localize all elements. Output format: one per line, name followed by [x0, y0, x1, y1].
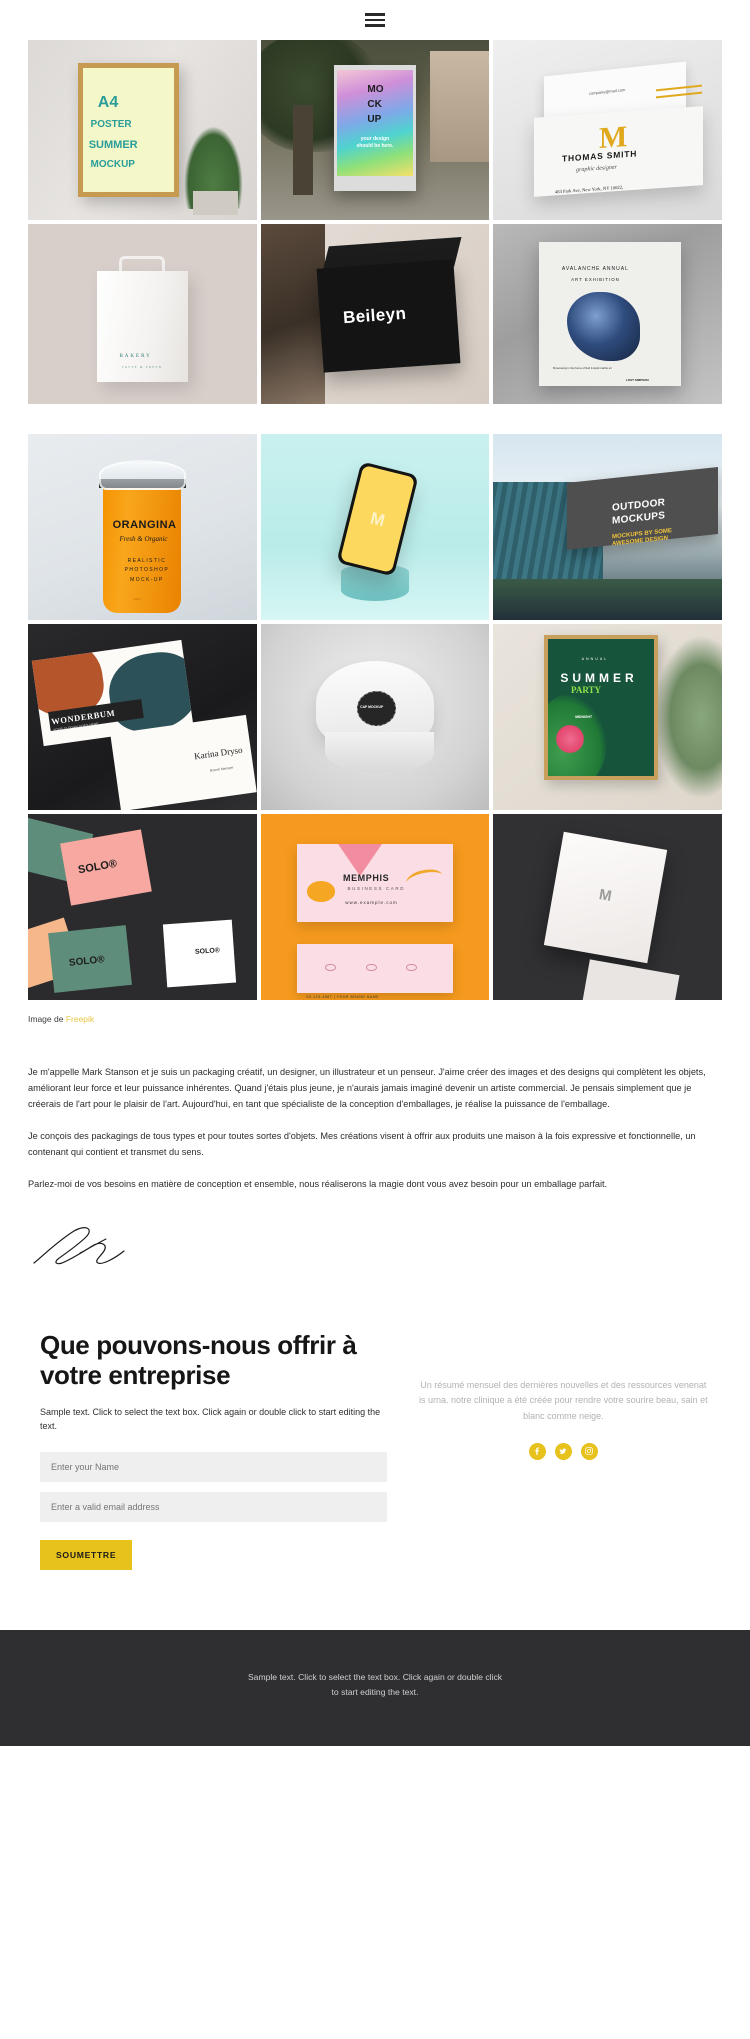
- memphis-brand: MEMPHIS: [342, 872, 390, 883]
- contact-sample-text: Sample text. Click to select the text bo…: [40, 1406, 381, 1432]
- avalanche-title-2: ART EXHIBITION: [571, 277, 620, 282]
- memphis-footer: 00-123-4567 | YOUR BRAND NAME: [306, 994, 380, 999]
- site-header: [0, 0, 750, 40]
- gallery-block-two: ORANGINA Fresh & Organic REALISTIC PHOTO…: [0, 434, 750, 1000]
- gallery-item-letterhead-dark-mockup[interactable]: M: [493, 814, 722, 1000]
- burger-bar: [365, 13, 385, 16]
- facebook-icon[interactable]: [528, 1442, 546, 1460]
- avalanche-credit: LOST SIMPSON: [625, 377, 649, 382]
- solo-cards-art: SOLO® SOLO® SOLO®: [28, 814, 257, 1000]
- cap-art: CAP MOCKUP: [260, 624, 490, 810]
- credit-prefix: Image de: [28, 1014, 66, 1024]
- gallery-item-beileyn-box-mockup[interactable]: Beileyn: [260, 224, 490, 404]
- summer-kicker: ANNUAL: [581, 657, 609, 662]
- footer-text: Sample text. Click to select the text bo…: [247, 1671, 503, 1697]
- orangina-brand: ORANGINA: [112, 518, 177, 531]
- summer-party-art: ANNUAL SUMMER PARTY MIDNIGHT: [493, 624, 722, 810]
- orangina-tagline: Fresh & Organic: [119, 535, 168, 544]
- signature-icon: [33, 1226, 125, 1264]
- bakery-tagline: TASTE & FRESH: [121, 365, 163, 370]
- bio-paragraph: Je m'appelle Mark Stanson et je suis un …: [28, 1067, 706, 1110]
- phone-logo: M: [339, 465, 416, 574]
- bio-paragraph: Je conçois des packagings de tous types …: [28, 1131, 696, 1158]
- site-footer: Sample text. Click to select the text bo…: [0, 1629, 750, 1746]
- gallery-item-orangina-cup-mockup[interactable]: ORANGINA Fresh & Organic REALISTIC PHOTO…: [28, 434, 257, 620]
- gallery-item-wonderbum-card-mockup[interactable]: WONDERBUM YOUR SLOGAN GOES HERE Karina D…: [28, 624, 257, 810]
- image-credit: Image de Freepik: [0, 1000, 750, 1024]
- gallery-item-cap-mockup[interactable]: CAP MOCKUP: [260, 624, 490, 810]
- cap-badge-text: CAP MOCKUP: [360, 704, 384, 709]
- phone-screen-art: M: [260, 434, 490, 620]
- bio-paragraph: Parlez-moi de vos besoins en matière de …: [28, 1179, 608, 1190]
- burger-bar: [365, 24, 385, 27]
- avalanche-title-1: AVALANCHE ANNUAL: [561, 266, 629, 273]
- bakery-bag-art: BAKERY TASTE & FRESH: [28, 224, 257, 404]
- gallery-block-one: A4 POSTER SUMMER MOCKUP MO CK UP your de…: [0, 40, 750, 404]
- gallery-item-thomas-smith-card-mockup[interactable]: M company@mail.com THOMAS SMITH graphic …: [493, 40, 722, 220]
- orangina-desc: REALISTIC PHOTOSHOP MOCK-UP: [124, 557, 170, 583]
- avalanche-poster-art: AVALANCHE ANNUAL ART EXHIBITION Showcasi…: [493, 224, 722, 404]
- memphis-website: www.example.com: [345, 900, 398, 906]
- submit-button[interactable]: SOUMETTRE: [40, 1539, 133, 1570]
- contact-form-column: Que pouvons-nous offrir à votre entrepri…: [40, 1330, 387, 1570]
- gallery-item-street-kiosk-mockup[interactable]: MO CK UP your design should be here.: [260, 40, 490, 220]
- wonderbum-card-art: WONDERBUM YOUR SLOGAN GOES HERE Karina D…: [28, 624, 257, 810]
- bakery-name: BAKERY: [119, 353, 152, 359]
- kiosk-line-4: your design should be here.: [356, 135, 394, 150]
- twitter-icon[interactable]: [554, 1442, 572, 1460]
- image-grid-one: A4 POSTER SUMMER MOCKUP MO CK UP your de…: [28, 40, 722, 404]
- poster-line-3: SUMMER: [88, 138, 138, 151]
- freepik-link[interactable]: Freepik: [66, 1014, 94, 1024]
- social-links: [417, 1442, 710, 1460]
- beileyn-box-art: Beileyn: [260, 224, 490, 404]
- street-kiosk-art: MO CK UP your design should be here.: [260, 40, 490, 220]
- thomas-smith-card-art: M company@mail.com THOMAS SMITH graphic …: [493, 40, 722, 220]
- contact-heading: Que pouvons-nous offrir à votre entrepri…: [40, 1329, 357, 1391]
- gallery-item-avalanche-poster-mockup[interactable]: AVALANCHE ANNUAL ART EXHIBITION Showcasi…: [493, 224, 722, 404]
- contact-summary-column: Un résumé mensuel des dernières nouvelle…: [417, 1330, 710, 1460]
- bio-section: Je m'appelle Mark Stanson et je suis un …: [0, 1024, 750, 1193]
- gallery-item-solo-cards-mockup[interactable]: SOLO® SOLO® SOLO®: [28, 814, 257, 1000]
- name-input[interactable]: [40, 1451, 387, 1482]
- instagram-icon[interactable]: [580, 1442, 598, 1460]
- orangina-cup-art: ORANGINA Fresh & Organic REALISTIC PHOTO…: [28, 434, 257, 620]
- summer-title: SUMMER: [560, 671, 638, 686]
- gallery-item-bakery-bag-mockup[interactable]: BAKERY TASTE & FRESH: [28, 224, 257, 404]
- gallery-item-outdoor-billboard-mockup[interactable]: OUTDOOR MOCKUPS MOCKUPS BY SOME AWESOME …: [493, 434, 722, 620]
- poster-line-4: MOCKUP: [90, 158, 135, 170]
- memphis-subtitle: BUSINESS CARD: [347, 885, 406, 891]
- kiosk-line-2: CK: [367, 98, 382, 110]
- beileyn-wordmark: Beileyn: [342, 303, 407, 327]
- gallery-item-phone-screen-mockup[interactable]: M: [260, 434, 490, 620]
- summer-midnight: MIDNIGHT: [575, 714, 593, 719]
- gallery-item-a4-poster-summer-mockup[interactable]: A4 POSTER SUMMER MOCKUP: [28, 40, 257, 220]
- gallery-item-summer-party-poster-mockup[interactable]: ANNUAL SUMMER PARTY MIDNIGHT: [493, 624, 722, 810]
- poster-line-2: POSTER: [90, 119, 132, 131]
- hamburger-menu-icon[interactable]: [365, 13, 385, 27]
- avalanche-caption: Showcasing in the theme of fluid & liqui…: [552, 367, 612, 370]
- poster-line-1: A4: [97, 94, 119, 112]
- orangina-volume: 100%: [133, 596, 141, 601]
- kiosk-line-1: MO: [367, 84, 384, 96]
- email-input[interactable]: [40, 1491, 387, 1522]
- image-grid-two: ORANGINA Fresh & Organic REALISTIC PHOTO…: [28, 434, 722, 1000]
- burger-bar: [365, 18, 385, 22]
- outdoor-billboard-art: OUTDOOR MOCKUPS MOCKUPS BY SOME AWESOME …: [493, 434, 722, 620]
- letterhead-monogram: M: [597, 886, 613, 906]
- signature: [0, 1209, 750, 1274]
- gallery-item-memphis-card-mockup[interactable]: MEMPHIS BUSINESS CARD www.example.com 00…: [260, 814, 490, 1000]
- kiosk-line-3: UP: [367, 113, 382, 125]
- a4-poster-summer-art: A4 POSTER SUMMER MOCKUP: [28, 40, 257, 220]
- memphis-card-art: MEMPHIS BUSINESS CARD www.example.com 00…: [260, 814, 490, 1000]
- summer-party-word: PARTY: [571, 684, 602, 695]
- summary-text: Un résumé mensuel des dernières nouvelle…: [419, 1379, 708, 1422]
- contact-section: Que pouvons-nous offrir à votre entrepri…: [0, 1274, 750, 1630]
- letterhead-dark-art: M: [493, 814, 722, 1000]
